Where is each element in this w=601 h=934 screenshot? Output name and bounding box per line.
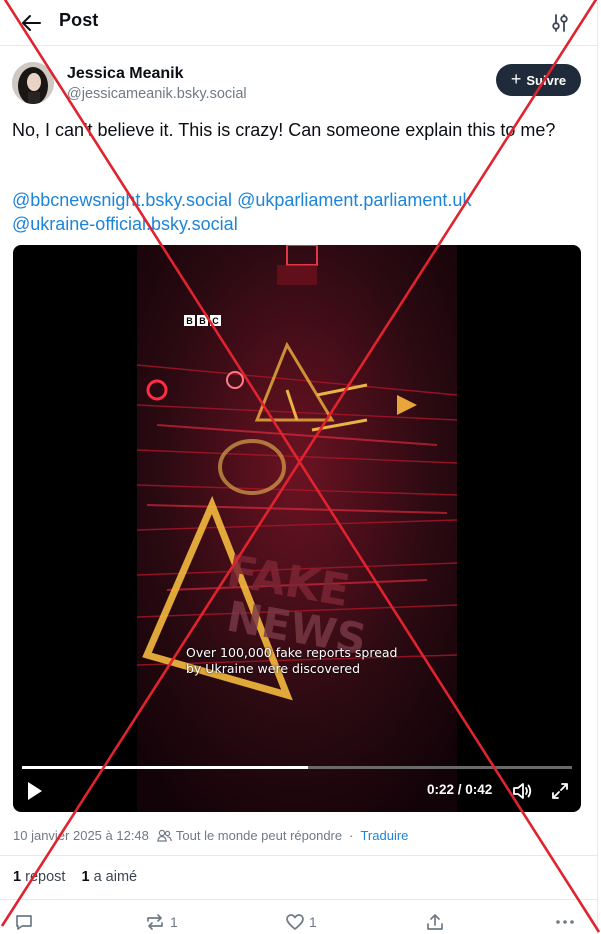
video-player[interactable]: FAKE NEWS B B C Over 100,000 fake report… (13, 245, 581, 812)
video-still-image: FAKE NEWS (137, 245, 457, 812)
heart-icon (286, 914, 304, 930)
expand-icon (552, 783, 568, 799)
repost-button[interactable]: 1 (144, 911, 178, 933)
post-stats: 1 repost 1 a aimé (13, 869, 149, 885)
divider (0, 899, 597, 900)
more-options-button[interactable] (554, 911, 576, 933)
header: Post (0, 0, 597, 46)
back-button[interactable] (18, 9, 46, 37)
video-frame: FAKE NEWS (137, 245, 457, 812)
avatar[interactable] (12, 62, 54, 104)
bbc-logo: B B C (184, 315, 221, 326)
likes-stat[interactable]: 1 a aimé (81, 869, 137, 885)
video-time: 0:22 / 0:42 (427, 782, 493, 797)
ellipsis-icon (556, 920, 574, 924)
mention-link[interactable]: @bbcnewsnight.bsky.social (12, 190, 232, 210)
caption-line: by Ukraine were discovered (186, 661, 361, 676)
mute-button[interactable] (511, 780, 533, 802)
logo-letter: C (210, 315, 221, 326)
like-button[interactable]: 1 (285, 911, 317, 933)
thread-settings-button[interactable] (546, 9, 574, 37)
follow-button[interactable]: + Suivre (496, 64, 581, 96)
author-handle[interactable]: @jessicameanik.bsky.social (67, 86, 247, 102)
repost-label: repost (25, 869, 66, 885)
comment-icon (16, 915, 32, 930)
page-title: Post (59, 10, 99, 30)
divider (0, 855, 597, 856)
post-text: No, I can't believe it. This is crazy! C… (12, 120, 556, 140)
volume-icon (513, 783, 532, 799)
video-progress-bar[interactable] (22, 766, 572, 769)
logo-letter: B (197, 315, 208, 326)
post-meta: 10 janvier 2025 à 12:48 Tout le monde pe… (13, 828, 408, 843)
post-timestamp[interactable]: 10 janvier 2025 à 12:48 (13, 828, 149, 843)
likes-count: 1 (81, 869, 90, 885)
logo-letter: B (184, 315, 195, 326)
play-button[interactable] (25, 780, 45, 802)
likes-label: a aimé (93, 869, 138, 885)
post-mentions: @bbcnewsnight.bsky.social @ukparliament.… (12, 188, 587, 236)
share-button[interactable] (425, 911, 445, 933)
video-progress-fill (22, 766, 308, 769)
caption-line: Over 100,000 fake reports spread (186, 645, 398, 660)
author-name[interactable]: Jessica Meanik (67, 65, 184, 83)
repost-stat[interactable]: 1 repost (13, 869, 65, 885)
avatar-image (12, 62, 54, 104)
arrow-left-icon (22, 15, 41, 31)
mention-link[interactable]: @ukparliament.parliament.uk (237, 190, 471, 210)
like-action-count: 1 (309, 914, 317, 930)
reply-settings[interactable]: Tout le monde peut répondre (156, 828, 343, 843)
mention-link[interactable]: @ukraine-official.bsky.social (12, 214, 238, 234)
follow-label: Suivre (526, 72, 567, 88)
repost-count: 1 (13, 869, 22, 885)
repost-icon (147, 914, 163, 930)
post-page: Post Jessica Meanik @jessicameanik.bsky.… (0, 0, 601, 934)
repost-action-count: 1 (170, 914, 178, 930)
column-border (597, 0, 598, 934)
reply-settings-label: Tout le monde peut répondre (175, 828, 343, 843)
plus-icon: + (510, 69, 522, 89)
play-icon (28, 782, 42, 800)
video-caption: Over 100,000 fake reports spread by Ukra… (186, 645, 397, 677)
translate-link[interactable]: Traduire (360, 828, 408, 843)
fullscreen-button[interactable] (549, 780, 571, 802)
reply-button[interactable] (14, 911, 38, 933)
people-icon (156, 829, 172, 842)
share-icon (427, 914, 443, 930)
meta-separator: · (349, 828, 354, 843)
sliders-icon (552, 14, 568, 32)
